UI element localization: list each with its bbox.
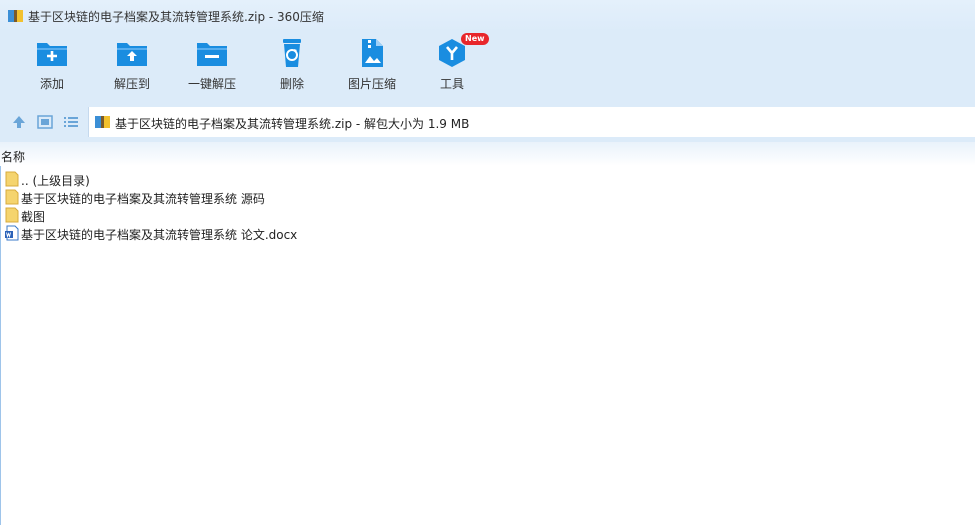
column-header-name[interactable]: 名称 (1, 148, 25, 165)
list-item-screenshots-folder[interactable]: 截图 (4, 206, 404, 224)
file-name: .. (上级目录) (21, 174, 90, 188)
one-click-extract-icon (197, 43, 227, 66)
up-arrow-icon[interactable] (11, 114, 27, 130)
title-bar: 基于区块链的电子档案及其流转管理系统.zip - 360压缩 (0, 0, 975, 32)
file-name: 截图 (21, 210, 46, 224)
delete-button[interactable]: 删除 (257, 34, 327, 98)
recycle-bin-icon (283, 39, 301, 67)
one-click-extract-button[interactable]: 一键解压 (177, 34, 247, 98)
image-compress-label: 图片压缩 (347, 77, 396, 91)
delete-label: 删除 (279, 77, 304, 91)
new-badge: New (461, 33, 489, 45)
toolbar: 添加 解压到 一键解压 删除 图片压缩 New 工具 (0, 32, 975, 102)
file-name: 基于区块链的电子档案及其流转管理系统 源码 (21, 192, 265, 206)
thumbnail-view-icon[interactable] (37, 114, 53, 130)
word-doc-icon (5, 225, 19, 241)
zip-file-icon (95, 116, 110, 128)
list-view-icon[interactable] (63, 114, 79, 130)
address-bar-row: 基于区块链的电子档案及其流转管理系统.zip - 解包大小为 1.9 MB (0, 102, 975, 142)
file-name: 基于区块链的电子档案及其流转管理系统 论文.docx (21, 228, 298, 242)
one-click-extract-label: 一键解压 (187, 77, 236, 91)
folder-up-icon (5, 171, 19, 187)
list-item-parent-dir[interactable]: .. (上级目录) (4, 170, 404, 188)
list-item-source-folder[interactable]: 基于区块链的电子档案及其流转管理系统 源码 (4, 188, 404, 206)
add-label: 添加 (39, 77, 64, 91)
tools-button[interactable]: New 工具 (417, 33, 489, 98)
extract-folder-icon (117, 43, 147, 66)
add-button[interactable]: 添加 (17, 34, 87, 98)
add-folder-icon (37, 43, 67, 66)
folder-icon (5, 189, 19, 205)
folder-icon (5, 207, 19, 223)
extract-to-button[interactable]: 解压到 (97, 34, 167, 98)
address-box[interactable]: 基于区块链的电子档案及其流转管理系统.zip - 解包大小为 1.9 MB (88, 107, 975, 137)
list-item-thesis-docx[interactable]: 基于区块链的电子档案及其流转管理系统 论文.docx (4, 224, 404, 242)
list-left-border (0, 166, 1, 525)
image-compress-icon (362, 39, 383, 67)
list-header: 名称 (0, 142, 975, 166)
image-compress-button[interactable]: 图片压缩 (337, 34, 407, 98)
archive-app-icon (8, 10, 23, 22)
address-path: 基于区块链的电子档案及其流转管理系统.zip - 解包大小为 1.9 MB (115, 117, 470, 131)
tools-label: 工具 (439, 77, 464, 91)
extract-to-label: 解压到 (113, 77, 150, 91)
window-title: 基于区块链的电子档案及其流转管理系统.zip - 360压缩 (28, 10, 324, 24)
